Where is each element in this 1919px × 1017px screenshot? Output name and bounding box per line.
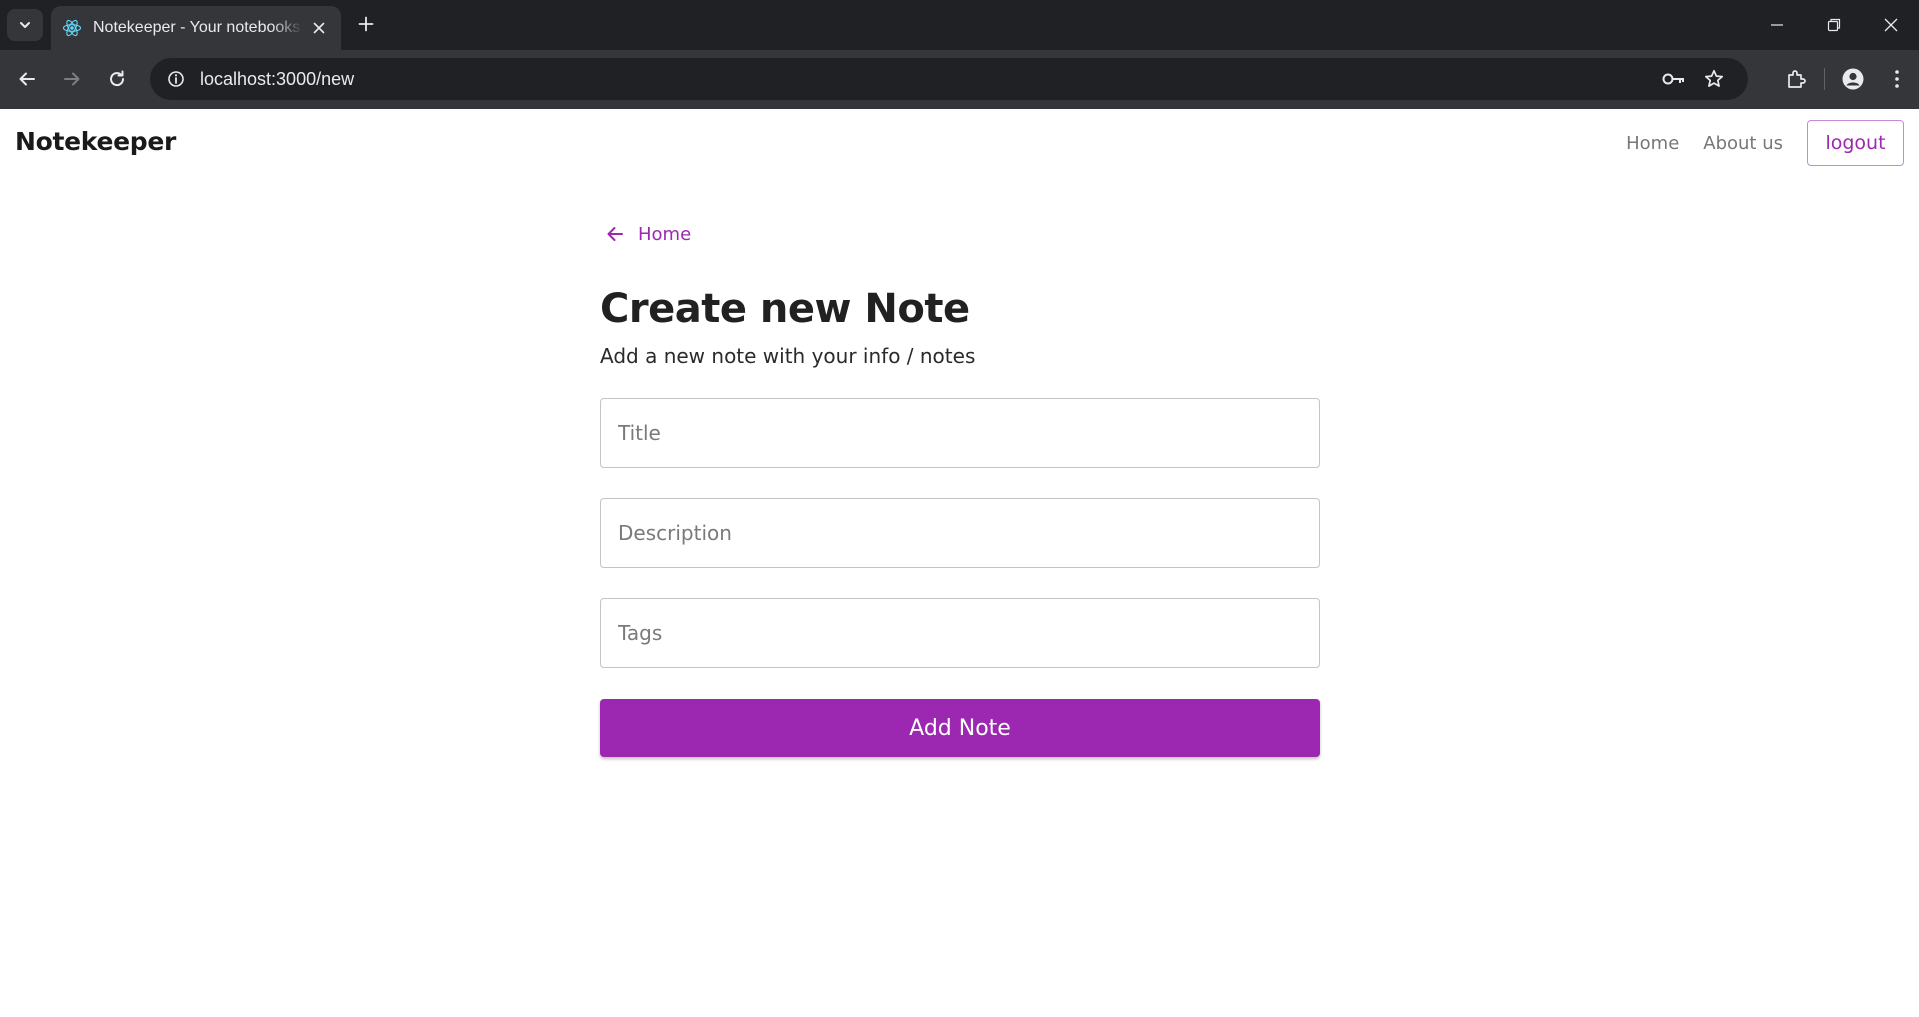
tags-field	[600, 598, 1320, 668]
browser-tabstrip: Notekeeper - Your notebooks on the cloud	[0, 0, 1919, 50]
browser-menu-icon[interactable]	[1875, 58, 1919, 100]
tags-input[interactable]	[601, 599, 1319, 667]
brand-logo[interactable]: Notekeeper	[15, 127, 176, 156]
browser-tab-active[interactable]: Notekeeper - Your notebooks on the cloud	[51, 6, 341, 50]
title-field	[600, 398, 1320, 468]
nav-link-about[interactable]: About us	[1703, 133, 1783, 154]
new-tab-button[interactable]	[352, 10, 380, 38]
arrow-right-icon	[64, 72, 80, 86]
site-info-icon[interactable]	[154, 58, 198, 100]
toolbar-divider	[1824, 68, 1825, 90]
minimize-button[interactable]	[1748, 0, 1805, 50]
page-viewport: Notekeeper Home About us logout Home Cre…	[0, 109, 1919, 1017]
toolbar-actions	[1774, 58, 1919, 100]
back-home-link[interactable]: Home	[606, 219, 1320, 249]
nav-link-home[interactable]: Home	[1626, 133, 1679, 154]
bookmark-star-icon[interactable]	[1694, 59, 1734, 99]
plus-icon	[358, 16, 374, 32]
page-subtitle: Add a new note with your info / notes	[600, 344, 976, 368]
reload-button[interactable]	[100, 62, 134, 96]
url-text[interactable]: localhost:3000/new	[200, 69, 1654, 90]
tab-search-button[interactable]	[7, 9, 43, 41]
arrow-left-icon	[19, 72, 35, 86]
extensions-icon[interactable]	[1774, 58, 1818, 100]
close-icon	[1884, 18, 1897, 32]
add-note-button[interactable]: Add Note	[600, 699, 1320, 757]
tab-title: Notekeeper - Your notebooks on the cloud	[93, 19, 303, 36]
tab-close-icon[interactable]	[309, 18, 329, 38]
browser-toolbar: localhost:3000/new	[0, 50, 1919, 109]
password-key-icon[interactable]	[1654, 59, 1694, 99]
logout-button[interactable]: logout	[1807, 120, 1904, 166]
description-field	[600, 498, 1320, 568]
reload-icon	[110, 70, 125, 87]
profile-avatar-icon[interactable]	[1831, 58, 1875, 100]
back-button[interactable]	[10, 62, 44, 96]
back-link-label: Home	[638, 223, 692, 245]
arrow-left-icon	[606, 224, 626, 244]
restore-icon	[1827, 18, 1840, 32]
new-note-form-container: Home Create new Note Add a new note with…	[600, 219, 1320, 757]
restore-button[interactable]	[1805, 0, 1862, 50]
description-input[interactable]	[601, 499, 1319, 567]
forward-button[interactable]	[55, 62, 89, 96]
nav-links: Home About us logout	[1626, 120, 1904, 166]
close-window-button[interactable]	[1862, 0, 1919, 50]
minimize-icon	[1770, 24, 1783, 26]
react-favicon-icon	[61, 17, 83, 39]
title-input[interactable]	[601, 399, 1319, 467]
page-title: Create new Note	[600, 286, 970, 332]
chevron-down-icon	[20, 22, 30, 28]
address-bar[interactable]: localhost:3000/new	[150, 58, 1748, 100]
site-navbar: Notekeeper Home About us logout	[0, 109, 1919, 179]
window-controls	[1748, 0, 1919, 50]
